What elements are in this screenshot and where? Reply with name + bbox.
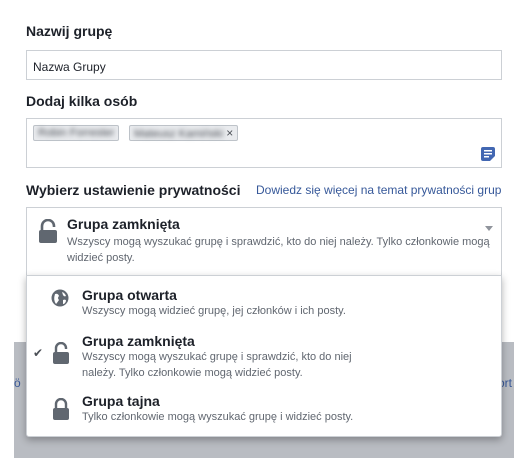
add-people-label: Dodaj kilka osób [26,93,138,109]
checkmark-icon: ✔ [33,346,44,360]
person-token[interactable]: Robin Forrester [33,125,120,141]
contact-list-icon[interactable] [481,147,495,166]
privacy-label: Wybierz ustawienie prywatności [26,182,241,198]
privacy-selected-title: Grupa zamknięta [67,216,180,232]
privacy-option-title: Grupa tajna [82,393,160,409]
group-name-input[interactable]: Nazwa Grupy [26,50,502,80]
privacy-menu: Grupa otwarta Wszyscy mogą widzieć grupę… [26,275,502,437]
privacy-option-closed[interactable]: ✔ Grupa zamknięta Wszyscy mogą wyszukać … [27,328,501,384]
lock-open-icon [51,341,71,369]
privacy-option-description: Tylko członkowie mogą wyszukać grupę i w… [82,411,354,423]
person-token-name: Mateusz Kamiński [134,128,224,140]
group-name-label: Nazwij grupę [26,23,113,39]
privacy-option-description: Wszyscy mogą widzieć grupę, jej członków… [82,305,346,317]
lock-icon [51,397,71,425]
privacy-option-secret[interactable]: Grupa tajna Tylko członkowie mogą wyszuk… [27,388,501,434]
background-text-left: ö [14,376,21,390]
globe-icon [51,289,69,312]
remove-token-icon[interactable]: × [226,126,233,140]
chevron-down-icon [485,226,493,231]
privacy-option-title: Grupa zamknięta [82,333,195,349]
add-people-input[interactable]: Robin Forrester Mateusz Kamiński × [26,118,502,168]
privacy-option-description: Wszyscy mogą wyszukać grupę i sprawdzić,… [82,351,352,379]
group-name-value: Nazwa Grupy [33,60,106,74]
person-token-name: Robin Forrester [38,127,115,139]
privacy-select[interactable]: Grupa zamknięta Wszyscy mogą wyszukać gr… [26,207,502,275]
lock-open-icon [37,218,59,248]
privacy-learn-more-link[interactable]: Dowiedz się więcej na temat prywatności … [256,183,501,197]
privacy-option-title: Grupa otwarta [82,287,177,303]
privacy-option-open[interactable]: Grupa otwarta Wszyscy mogą widzieć grupę… [27,276,501,322]
privacy-selected-description: Wszyscy mogą wyszukać grupę i sprawdzić,… [67,236,490,264]
person-token[interactable]: Mateusz Kamiński × [129,125,239,141]
